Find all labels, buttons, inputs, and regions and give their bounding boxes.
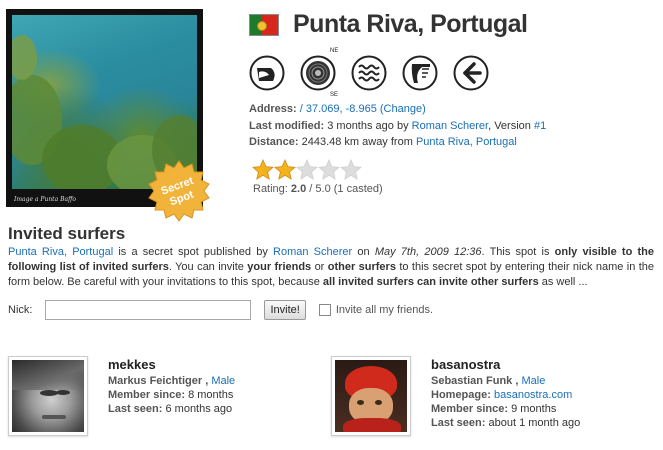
invite-all-checkbox[interactable] xyxy=(318,304,331,316)
desc-emphasis: all invited surfers can invite other sur… xyxy=(322,276,539,288)
spot-link[interactable]: Punta Riva, Portugal xyxy=(8,246,113,258)
desc-text: or xyxy=(311,261,328,273)
version-link[interactable]: #1 xyxy=(534,120,546,132)
desc-text: as well ... xyxy=(538,276,588,288)
address-prefix: / xyxy=(299,103,303,115)
avatar-image xyxy=(335,360,407,432)
surfer-details: mekkes Markus Feichtiger , Male Member s… xyxy=(108,357,236,416)
last-seen-value: about 1 month ago xyxy=(488,417,581,429)
distance-row: Distance: 2443.48 km away from Punta Riv… xyxy=(249,134,546,151)
secret-spot-badge: Secret Spot xyxy=(148,160,210,222)
desc-text: is a secret spot published by xyxy=(113,246,274,258)
wind-direction-icon[interactable]: NE SE xyxy=(300,48,338,98)
member-since-label: Member since: xyxy=(108,389,186,401)
member-since-value: 9 months xyxy=(511,403,557,415)
desc-text: on xyxy=(352,246,375,258)
member-since-label: Member since: xyxy=(431,403,509,415)
last-modified-value: 3 months ago by xyxy=(327,119,409,132)
spot-info: Address: / 37.069, -8.965 (Change) Last … xyxy=(249,101,546,151)
publish-date: May 7th, 2009 12:36 xyxy=(374,246,482,258)
swell-direction-icon[interactable] xyxy=(402,55,438,91)
avatar[interactable] xyxy=(8,356,88,436)
last-modified-label: Last modified: xyxy=(249,119,325,132)
modified-user-link[interactable]: Roman Scherer xyxy=(412,120,488,132)
back-arrow-icon[interactable] xyxy=(453,55,489,91)
star-filled-icon[interactable] xyxy=(251,158,275,182)
compass-top-label: NE xyxy=(330,48,338,54)
address-coordinates-link[interactable]: 37.069, -8.965 xyxy=(306,103,377,115)
address-row: Address: / 37.069, -8.965 (Change) xyxy=(249,101,546,118)
desc-text: . This spot is xyxy=(481,246,555,258)
section-title-invited-surfers: Invited surfers xyxy=(8,224,126,243)
star-empty-icon[interactable] xyxy=(339,158,363,182)
change-address-link[interactable]: (Change) xyxy=(380,103,426,115)
version-text: , Version xyxy=(488,119,531,132)
rating-suffix: / 5.0 (1 casted) xyxy=(309,183,383,195)
last-seen-label: Last seen: xyxy=(108,403,163,415)
photo-caption: Image a Punta Baffo xyxy=(14,196,76,203)
compass-bottom-label: SE xyxy=(330,92,338,98)
rating-stars[interactable] xyxy=(251,158,383,182)
surfer-nick[interactable]: basanostra xyxy=(431,358,580,372)
surfer-details: basanostra Sebastian Funk , Male Homepag… xyxy=(431,357,581,430)
homepage-label: Homepage: xyxy=(431,389,491,401)
nick-input[interactable] xyxy=(45,300,252,320)
surfer-card: basanostra Sebastian Funk , Male Homepag… xyxy=(331,356,651,441)
desc-emphasis: other surfers xyxy=(327,261,396,273)
surfer-card: mekkes Markus Feichtiger , Male Member s… xyxy=(8,356,328,441)
surfer-nick[interactable]: mekkes xyxy=(108,358,235,372)
spot-type-icon[interactable] xyxy=(249,55,285,91)
star-empty-icon[interactable] xyxy=(317,158,341,182)
distance-label: Distance: xyxy=(249,136,299,148)
invite-form: Nick: Invite! Invite all my friends. xyxy=(8,300,433,320)
nick-label: Nick: xyxy=(8,304,33,316)
wave-icon[interactable] xyxy=(351,55,387,91)
avatar-image xyxy=(12,360,84,432)
page-title: Punta Riva, Portugal xyxy=(293,10,528,38)
last-seen-label: Last seen: xyxy=(431,417,486,429)
portugal-flag-icon xyxy=(249,13,279,36)
distance-value: 2443.48 km away from xyxy=(301,136,413,148)
invite-button[interactable]: Invite! xyxy=(264,300,306,320)
author-link[interactable]: Roman Scherer xyxy=(273,246,352,258)
rating-text: Rating: 2.0 / 5.0 (1 casted) xyxy=(253,183,383,195)
star-filled-icon[interactable] xyxy=(273,158,297,182)
spot-condition-icons: NE SE xyxy=(249,48,504,98)
avatar[interactable] xyxy=(331,356,411,436)
desc-emphasis: your friends xyxy=(247,261,312,273)
spot-header: Punta Riva, Portugal xyxy=(249,10,528,39)
star-empty-icon[interactable] xyxy=(295,158,319,182)
surfer-full-name: Markus Feichtiger xyxy=(108,375,203,387)
rating-label: Rating: xyxy=(253,183,288,195)
surfer-gender[interactable]: Male xyxy=(521,375,545,387)
invited-description: Punta Riva, Portugal is a secret spot pu… xyxy=(8,245,654,290)
invite-all-label[interactable]: Invite all my friends. xyxy=(336,304,433,316)
last-modified-row: Last modified: 3 months ago by Roman Sch… xyxy=(249,118,546,135)
address-label: Address: xyxy=(249,103,297,115)
rating-value: 2.0 xyxy=(290,183,307,195)
desc-text: . You can invite xyxy=(168,261,248,273)
surfer-gender[interactable]: Male xyxy=(211,375,235,387)
homepage-link[interactable]: basanostra.com xyxy=(494,389,572,401)
surfer-full-name: Sebastian Funk xyxy=(431,375,513,387)
rating-widget: Rating: 2.0 / 5.0 (1 casted) xyxy=(251,158,383,195)
distance-spot-link[interactable]: Punta Riva, Portugal xyxy=(416,136,517,148)
last-seen-value: 6 months ago xyxy=(165,403,233,415)
member-since-value: 8 months xyxy=(188,389,234,401)
